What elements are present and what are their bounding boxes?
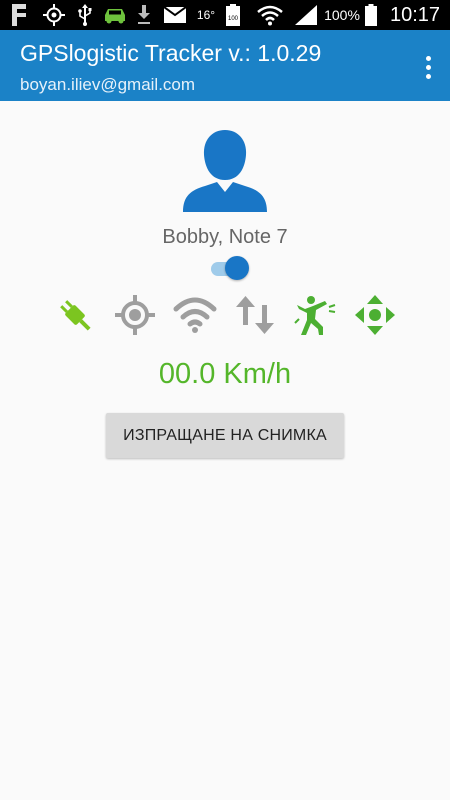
battery-100-text: 100 bbox=[227, 16, 238, 22]
speed-readout: 00.0 Km/h bbox=[158, 358, 292, 390]
power-plug-icon bbox=[53, 293, 97, 337]
f-app-icon bbox=[10, 0, 32, 30]
usb-icon bbox=[74, 0, 96, 30]
device-name: Bobby, Note 7 bbox=[162, 226, 288, 248]
gps-icon bbox=[40, 0, 68, 30]
send-photo-button[interactable]: ИЗПРАЩАНЕ НА СНИМКА bbox=[106, 413, 344, 458]
user-silhouette-icon bbox=[183, 128, 267, 212]
more-vert-icon[interactable] bbox=[420, 52, 436, 82]
car-icon bbox=[101, 0, 129, 30]
shake-person-icon bbox=[293, 293, 337, 337]
app-title: GPSlogistic Tracker v.: 1.0.29 bbox=[20, 40, 322, 66]
wifi-icon bbox=[173, 293, 217, 337]
app-bar: GPSlogistic Tracker v.: 1.0.29 boyan.ili… bbox=[0, 30, 450, 101]
tracking-toggle[interactable] bbox=[209, 256, 251, 282]
account-email: boyan.iliev@gmail.com bbox=[20, 75, 196, 94]
temperature-text: 16° bbox=[196, 8, 216, 22]
battery-percent-text: 100% bbox=[324, 7, 360, 23]
battery-icon bbox=[364, 0, 378, 30]
signal-icon bbox=[294, 0, 318, 30]
status-bar: 16° 100 100% 10:17 bbox=[0, 0, 450, 30]
data-transfer-icon bbox=[233, 293, 277, 337]
mail-icon bbox=[163, 0, 187, 30]
move-arrows-icon bbox=[353, 293, 397, 337]
toggle-thumb bbox=[225, 256, 249, 280]
download-icon bbox=[135, 0, 153, 30]
wifi-status-icon bbox=[256, 0, 284, 30]
gps-target-icon bbox=[113, 293, 157, 337]
clock-text: 10:17 bbox=[389, 3, 441, 26]
